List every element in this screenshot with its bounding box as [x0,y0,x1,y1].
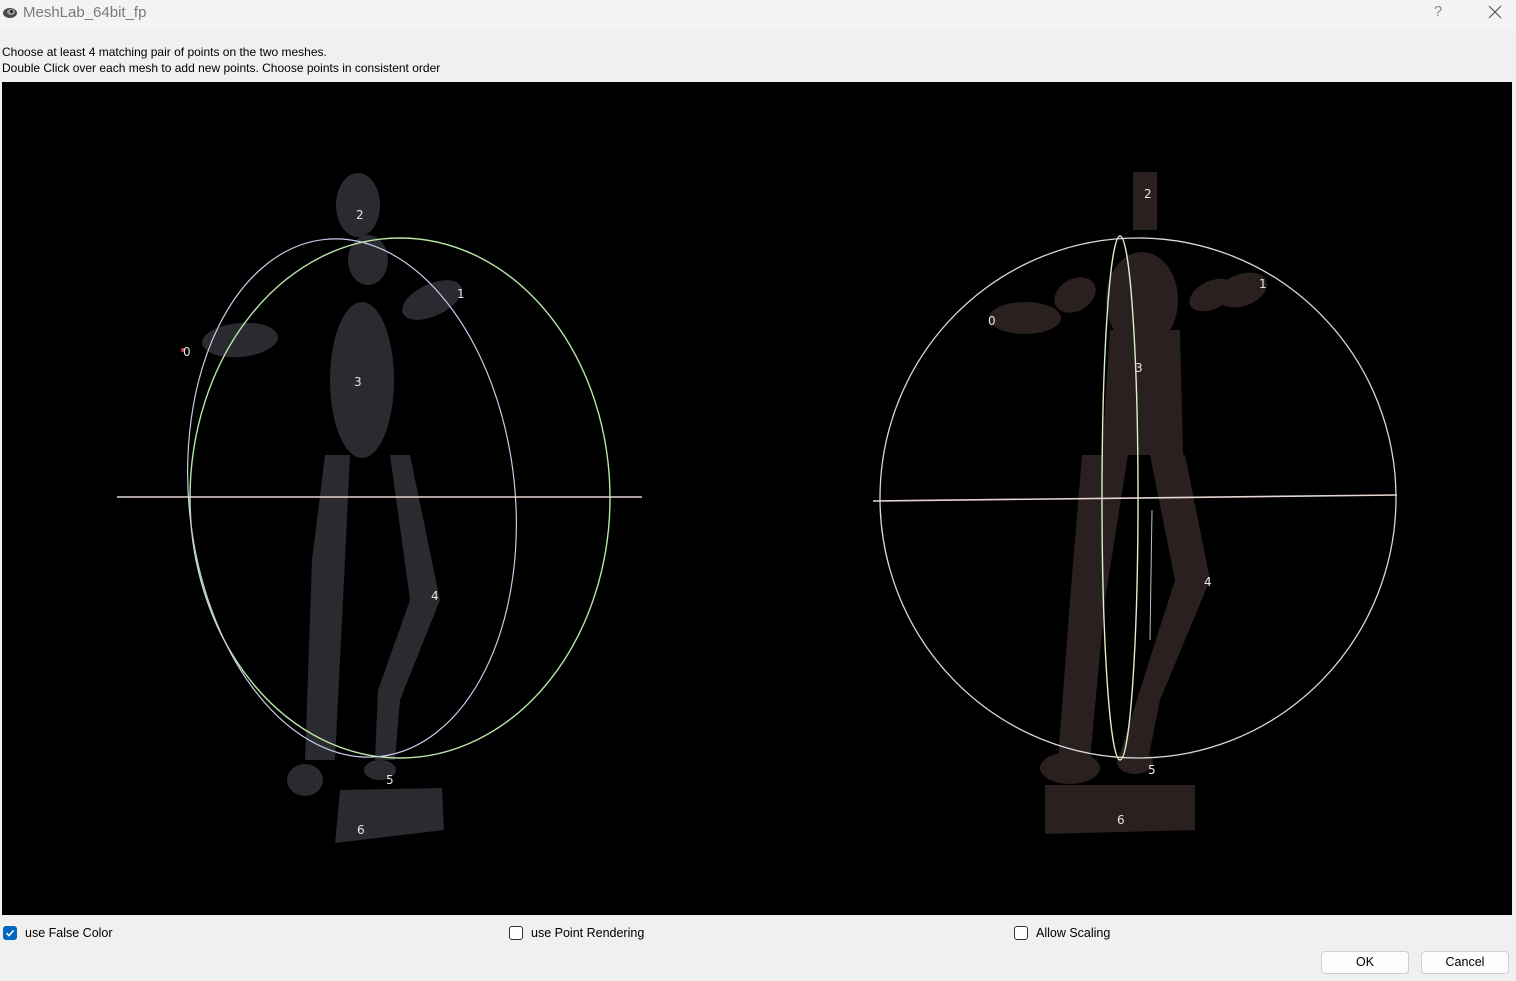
right-mesh-view[interactable]: 0 1 2 3 4 5 6 [872,172,1398,834]
right-point-label-0: 0 [988,314,996,328]
instruction-line-2: Double Click over each mesh to add new p… [2,61,441,75]
close-icon [1488,5,1502,19]
right-point-label-3: 3 [1135,361,1143,375]
cancel-button[interactable]: Cancel [1421,951,1509,974]
false-color-checkbox[interactable] [3,926,17,940]
point-rendering-checkbox[interactable] [509,926,523,940]
right-point-label-2: 2 [1144,187,1152,201]
allow-scaling-checkbox[interactable] [1014,926,1028,940]
help-button[interactable]: ? [1420,0,1456,26]
point-rendering-option[interactable]: use Point Rendering [509,924,644,942]
checkmark-icon [5,929,15,937]
left-mesh-figure [202,173,462,843]
false-color-label: use False Color [25,926,113,940]
ok-button[interactable]: OK [1321,951,1409,974]
left-mesh-view[interactable]: 0 1 2 3 4 5 6 [117,173,642,843]
window-title: MeshLab_64bit_fp [23,4,147,21]
left-point-label-6: 6 [357,823,365,837]
allow-scaling-label: Allow Scaling [1036,926,1111,940]
left-point-label-1: 1 [457,287,465,301]
right-point-label-4: 4 [1204,575,1212,589]
close-button[interactable] [1478,0,1512,26]
instructions: Choose at least 4 matching pair of point… [2,44,440,76]
left-point-label-2: 2 [356,208,364,222]
allow-scaling-option[interactable]: Allow Scaling [1014,924,1110,942]
left-point-label-0: 0 [183,345,191,359]
false-color-option[interactable]: use False Color [3,924,113,942]
meshlab-logo-icon [3,8,17,18]
left-point-label-3: 3 [354,375,362,389]
instruction-line-1: Choose at least 4 matching pair of point… [2,45,327,59]
point-rendering-label: use Point Rendering [531,926,645,940]
right-point-label-5: 5 [1148,763,1156,777]
left-point-label-4: 4 [431,589,439,603]
title-bar: MeshLab_64bit_fp ? [0,0,1516,30]
mesh-viewport[interactable]: 0 1 2 3 4 5 6 0 1 2 3 4 5 6 [2,82,1512,915]
left-point-label-5: 5 [386,773,394,787]
right-point-label-1: 1 [1259,277,1267,291]
right-point-label-6: 6 [1117,813,1125,827]
